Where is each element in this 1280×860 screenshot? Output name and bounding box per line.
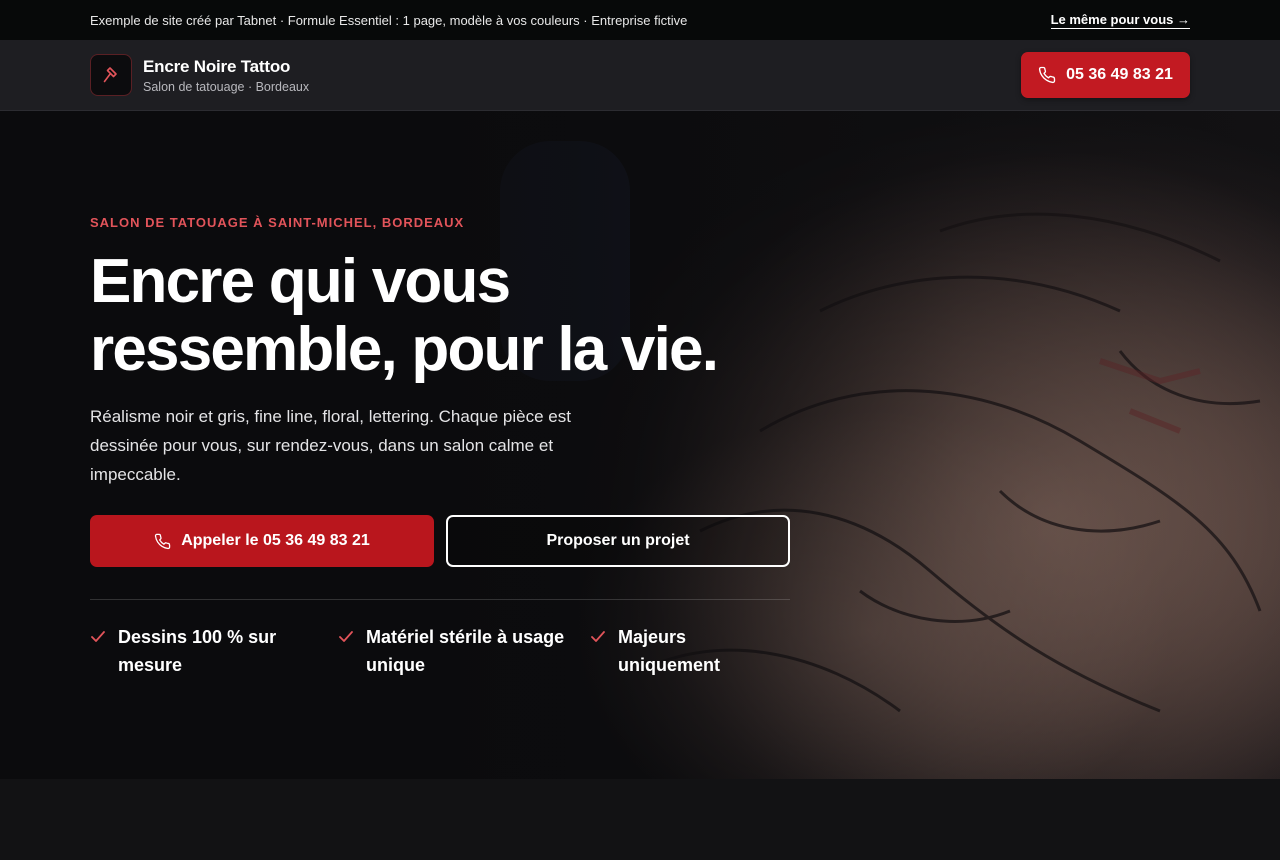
next-section [0, 779, 1280, 860]
feature-label: Majeurs uniquement [618, 627, 720, 675]
hero-lead: Réalisme noir et gris, fine line, floral… [90, 407, 571, 484]
header-call-label: 05 36 49 83 21 [1066, 66, 1173, 83]
hero-title-line-1: Encre qui vous [90, 247, 511, 316]
promo-link[interactable]: Le même pour vous → [1050, 12, 1190, 29]
feature-list: Dessins 100 % sur mesure Matériel stéril… [90, 623, 790, 679]
promo-notice: Exemple de site créé par Tabnet · Formul… [90, 12, 688, 28]
hero-content: SALON DE TATOUAGE À SAINT-MICHEL, BORDEA… [90, 215, 790, 679]
site-header: Encre Noire Tattoo Salon de tatouage · B… [0, 40, 1280, 111]
check-icon [91, 631, 105, 642]
hero-eyebrow: SALON DE TATOUAGE À SAINT-MICHEL, BORDEA… [90, 215, 465, 230]
propose-project-label: Proposer un projet [546, 532, 690, 549]
phone-icon [155, 533, 171, 549]
check-icon [339, 631, 353, 642]
check-icon [591, 631, 605, 642]
feature-item: Matériel stérile à usage unique [338, 623, 590, 679]
phone-icon [1039, 66, 1056, 84]
feature-item: Dessins 100 % sur mesure [90, 623, 338, 679]
feature-label: Matériel stérile à usage unique [366, 627, 565, 675]
hero-section: SALON DE TATOUAGE À SAINT-MICHEL, BORDEA… [0, 111, 1280, 779]
tattoo-machine-icon [90, 54, 132, 96]
promo-bar: Exemple de site créé par Tabnet · Formul… [0, 0, 1280, 40]
brand-name: Encre Noire Tattoo [143, 56, 291, 76]
call-button[interactable]: Appeler le 05 36 49 83 21 [90, 515, 434, 567]
brand-subtitle: Salon de tatouage · Bordeaux [143, 79, 310, 94]
hero-title-line-2: ressemble, pour la vie. [90, 315, 719, 384]
call-button-label: Appeler le 05 36 49 83 21 [181, 532, 370, 549]
hero-divider [90, 599, 790, 600]
header-call-button[interactable]: 05 36 49 83 21 [1021, 52, 1190, 98]
feature-label: Dessins 100 % sur mesure [118, 627, 277, 675]
hero-title: Encre qui vous ressemble, pour la vie. [90, 248, 790, 384]
brand[interactable]: Encre Noire Tattoo Salon de tatouage · B… [90, 54, 309, 96]
hero-actions: Appeler le 05 36 49 83 21 Proposer un pr… [90, 515, 790, 567]
propose-project-button[interactable]: Proposer un projet [446, 515, 790, 567]
brand-text: Encre Noire Tattoo Salon de tatouage · B… [143, 57, 309, 94]
feature-item: Majeurs uniquement [590, 623, 790, 679]
